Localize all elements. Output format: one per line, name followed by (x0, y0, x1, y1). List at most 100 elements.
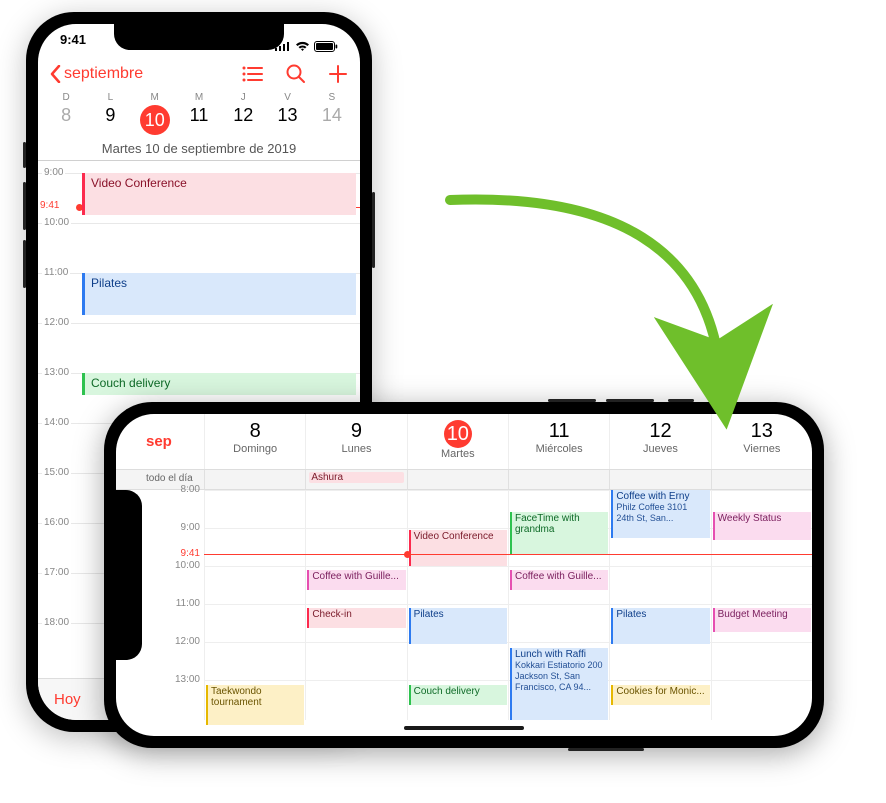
volume-down-button[interactable] (548, 399, 596, 402)
week-day-name: Viernes (712, 443, 812, 455)
week-day-header[interactable]: 12Jueves (609, 414, 710, 469)
week-day-header[interactable]: 13Viernes (711, 414, 812, 469)
month-button[interactable]: sep (116, 414, 204, 469)
calendar-event[interactable]: Coffee with Guille... (510, 570, 608, 590)
current-time-indicator (204, 554, 812, 555)
calendar-event[interactable]: Coffee with Guille... (307, 570, 405, 590)
search-button[interactable] (286, 64, 306, 84)
hour-label: 11:00 (42, 267, 70, 278)
mute-switch[interactable] (668, 399, 694, 402)
weekday-number: 12 (221, 105, 265, 126)
week-grid[interactable]: 8:009:0010:0011:0012:0013:009:41 Taekwon… (116, 490, 812, 720)
week-day-column[interactable]: FaceTime with grandma Coffee with Guille.… (508, 490, 609, 720)
week-day-header[interactable]: 9Lunes (305, 414, 406, 469)
week-day-number: 13 (712, 420, 812, 443)
weekday-letter: V (265, 92, 309, 103)
wifi-icon (295, 41, 310, 52)
weekday-number: 13 (265, 105, 309, 126)
week-day-column[interactable]: Coffee with ErnyPhilz Coffee 3101 24th S… (609, 490, 710, 720)
volume-up-button[interactable] (23, 182, 26, 230)
weekday-number: 10 (140, 105, 170, 135)
weekday-number: 9 (88, 105, 132, 126)
home-indicator[interactable] (404, 726, 524, 730)
week-day-name: Martes (408, 448, 508, 460)
hour-label: 15:00 (42, 467, 71, 478)
list-icon (242, 66, 264, 82)
week-day-column[interactable]: Taekwondo tournament (204, 490, 305, 720)
plus-icon (328, 64, 348, 84)
calendar-event[interactable]: FaceTime with grandma (510, 512, 608, 554)
power-button[interactable] (568, 748, 644, 751)
status-time: 9:41 (60, 32, 86, 60)
calendar-event[interactable]: Check-in (307, 608, 405, 628)
calendar-event[interactable]: Couch delivery (82, 373, 356, 395)
calendar-event[interactable]: Pilates (611, 608, 709, 644)
search-icon (286, 64, 306, 84)
calendar-event[interactable]: Taekwondo tournament (206, 685, 304, 725)
week-day-column[interactable]: Video Conference Pilates Couch delivery (407, 490, 508, 720)
mute-switch[interactable] (23, 142, 26, 168)
hour-label: 13:00 (175, 674, 200, 685)
weekday-cell[interactable]: D8 (44, 92, 88, 135)
hour-gridline: 10:00 (38, 223, 360, 224)
phone-landscape-frame: sep 8Domingo9Lunes10Martes11Miércoles12J… (104, 402, 824, 748)
power-button[interactable] (372, 192, 375, 268)
weekday-letter: S (310, 92, 354, 103)
hour-label: 16:00 (42, 517, 71, 528)
week-day-header[interactable]: 10Martes (407, 414, 508, 469)
weekday-cell[interactable]: V 13 (265, 92, 309, 135)
week-day-number: 12 (610, 420, 710, 443)
hour-label: 9:00 (42, 167, 65, 178)
full-date-label: Martes 10 de septiembre de 2019 (38, 135, 360, 161)
weekday-letter: J (221, 92, 265, 103)
calendar-event[interactable]: Pilates (82, 273, 356, 315)
add-event-button[interactable] (328, 64, 348, 84)
all-day-cell[interactable] (609, 470, 710, 489)
calendar-event[interactable]: Couch delivery (409, 685, 507, 705)
hour-label: 10:00 (175, 560, 200, 571)
all-day-cell[interactable]: Ashura (305, 470, 406, 489)
volume-down-button[interactable] (23, 240, 26, 288)
calendar-event[interactable]: Lunch with RaffiKokkari Estiatorio 200 J… (510, 648, 608, 720)
hour-label: 9:00 (181, 522, 200, 533)
weekday-number: 14 (310, 105, 354, 126)
hour-label: 10:00 (42, 217, 71, 228)
weekday-cell[interactable]: M10 (133, 92, 177, 135)
today-button[interactable]: Hoy (54, 691, 81, 708)
hour-label: 14:00 (42, 417, 71, 428)
list-view-button[interactable] (242, 66, 264, 82)
calendar-event[interactable]: Coffee with ErnyPhilz Coffee 3101 24th S… (611, 490, 709, 538)
calendar-event[interactable]: Weekly Status (713, 512, 811, 540)
weekday-cell[interactable]: J 12 (221, 92, 265, 135)
current-time-label: 9:41 (40, 200, 59, 211)
hour-gridline: 12:00 (38, 323, 360, 324)
hour-label: 11:00 (176, 598, 200, 609)
week-day-column[interactable]: Weekly Status Budget Meeting (711, 490, 812, 720)
all-day-cell[interactable] (711, 470, 812, 489)
calendar-event[interactable]: Cookies for Monic... (611, 685, 709, 705)
hour-label: 18:00 (42, 617, 71, 628)
weekday-number: 8 (44, 105, 88, 126)
week-day-name: Jueves (610, 443, 710, 455)
all-day-event[interactable]: Ashura (309, 472, 403, 483)
week-day-column[interactable]: Coffee with Guille... Check-in (305, 490, 406, 720)
weekday-letter: D (44, 92, 88, 103)
all-day-cell[interactable] (204, 470, 305, 489)
calendar-event[interactable]: Video Conference (82, 173, 356, 215)
weekday-cell[interactable]: M11 (177, 92, 221, 135)
week-day-name: Domingo (205, 443, 305, 455)
weekday-cell[interactable]: S 14 (310, 92, 354, 135)
calendar-event[interactable]: Pilates (409, 608, 507, 644)
weekday-cell[interactable]: L9 (88, 92, 132, 135)
volume-up-button[interactable] (606, 399, 654, 402)
all-day-cell[interactable] (407, 470, 508, 489)
back-button[interactable]: septiembre (50, 65, 242, 83)
calendar-event[interactable]: Budget Meeting (713, 608, 811, 632)
hour-label: 12:00 (175, 636, 200, 647)
all-day-cell[interactable] (508, 470, 609, 489)
week-day-header[interactable]: 8Domingo (204, 414, 305, 469)
back-label: septiembre (64, 65, 143, 83)
weekday-number: 11 (177, 105, 221, 126)
week-day-header[interactable]: 11Miércoles (508, 414, 609, 469)
calendar-event[interactable]: Video Conference (409, 530, 507, 566)
